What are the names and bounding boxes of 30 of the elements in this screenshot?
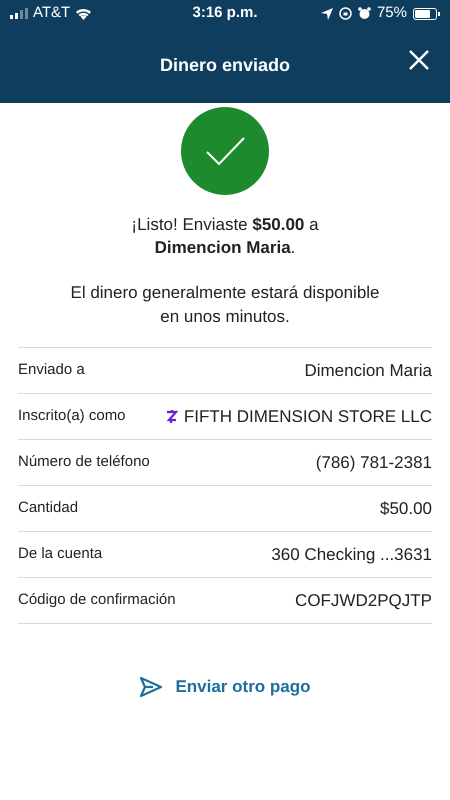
detail-label: Código de confirmación	[18, 590, 176, 610]
detail-value: COFJWD2PQJTP	[295, 590, 432, 612]
detail-label: Enviado a	[18, 360, 85, 380]
detail-value: $50.00	[380, 498, 432, 520]
detail-value: (786) 781-2381	[316, 452, 432, 474]
detail-label: Cantidad	[18, 498, 78, 518]
battery-percent: 75%	[376, 3, 407, 24]
detail-label: De la cuenta	[18, 544, 102, 564]
close-icon	[408, 49, 430, 71]
success-message: ¡Listo! Enviaste $50.00 a Dimencion Maria.	[130, 214, 320, 259]
carrier-name: AT&T	[33, 3, 70, 24]
battery-icon	[413, 8, 440, 20]
close-button[interactable]	[408, 49, 430, 71]
detail-value: 360 Checking ...3631	[271, 544, 432, 566]
signal-icon	[10, 8, 28, 19]
availability-note: El dinero generalmente estará disponible en unos minutos.	[69, 282, 381, 328]
alarm-clock-icon	[358, 7, 371, 20]
send-another-payment-link[interactable]: Enviar otro pago	[139, 674, 311, 700]
wifi-icon	[75, 8, 92, 20]
detail-label: Número de teléfono	[18, 452, 150, 472]
success-check-icon	[181, 107, 269, 195]
screen-title: Dinero enviado	[160, 54, 290, 76]
detail-value: FIFTH DIMENSION STORE LLC	[184, 406, 432, 428]
detail-value: Dimencion Maria	[304, 360, 432, 382]
clock-time: 3:16 p.m.	[191, 3, 259, 24]
rotation-lock-icon	[338, 7, 352, 20]
send-icon	[139, 676, 164, 698]
location-arrow-icon	[320, 8, 333, 20]
detail-label: Inscrito(a) como	[18, 406, 126, 426]
zelle-logo-icon	[166, 409, 178, 424]
